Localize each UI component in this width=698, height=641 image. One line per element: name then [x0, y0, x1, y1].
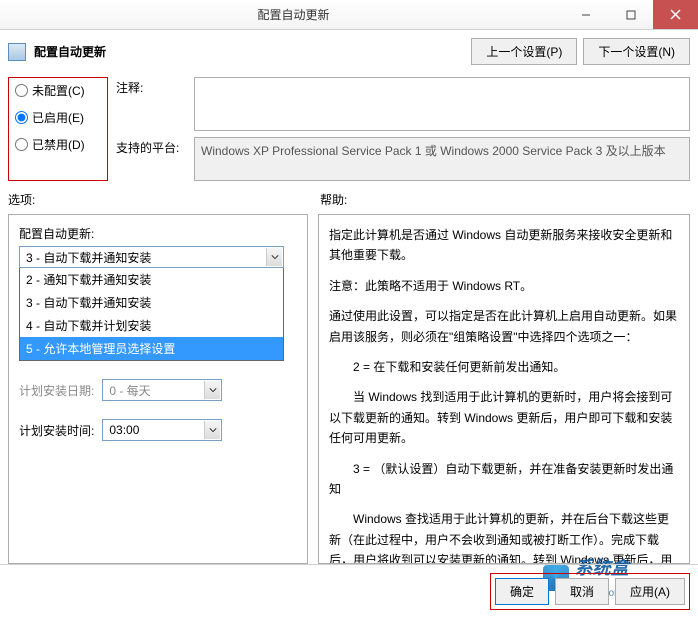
minimize-button[interactable] — [563, 0, 608, 29]
radio-enabled-input[interactable] — [15, 111, 28, 124]
help-panel[interactable]: 指定此计算机是否通过 Windows 自动更新服务来接收安全更新和其他重要下载。… — [318, 214, 690, 564]
schedule-day-select[interactable]: 0 - 每天 — [102, 379, 222, 401]
options-panel: 配置自动更新: 3 - 自动下载并通知安装 2 - 通知下载并通知安装3 - 自… — [8, 214, 308, 564]
close-button[interactable] — [653, 0, 698, 29]
apply-button[interactable]: 应用(A) — [615, 578, 685, 605]
chevron-down-icon — [266, 248, 282, 266]
radio-disabled-label: 已禁用(D) — [32, 136, 85, 153]
chevron-down-icon — [204, 381, 220, 399]
schedule-time-value: 03:00 — [109, 423, 139, 437]
help-text: 3 = （默认设置）自动下载更新，并在准备安装更新时发出通知 — [329, 459, 679, 500]
supported-platforms: Windows XP Professional Service Pack 1 或… — [194, 137, 690, 181]
policy-title: 配置自动更新 — [34, 43, 106, 60]
next-setting-button[interactable]: 下一个设置(N) — [583, 38, 690, 65]
update-mode-selected: 3 - 自动下载并通知安装 — [26, 249, 151, 266]
update-mode-option[interactable]: 4 - 自动下载并计划安装 — [20, 314, 283, 337]
policy-editor-icon — [8, 7, 24, 23]
schedule-time-label: 计划安装时间: — [19, 422, 94, 439]
ok-button[interactable]: 确定 — [495, 578, 549, 605]
radio-disabled[interactable]: 已禁用(D) — [15, 136, 101, 153]
comment-label: 注释: — [116, 77, 186, 131]
options-header: 选项: — [8, 191, 308, 208]
previous-setting-button[interactable]: 上一个设置(P) — [471, 38, 577, 65]
help-text: 注意：此策略不适用于 Windows RT。 — [329, 276, 679, 296]
update-mode-select[interactable]: 3 - 自动下载并通知安装 2 - 通知下载并通知安装3 - 自动下载并通知安装… — [19, 246, 284, 361]
radio-enabled[interactable]: 已启用(E) — [15, 109, 101, 126]
update-mode-option[interactable]: 2 - 通知下载并通知安装 — [20, 268, 283, 291]
help-header: 帮助: — [320, 191, 690, 208]
radio-not-configured-label: 未配置(C) — [32, 82, 85, 99]
configure-update-label: 配置自动更新: — [19, 225, 297, 242]
chevron-down-icon — [204, 421, 220, 439]
schedule-time-select[interactable]: 03:00 — [102, 419, 222, 441]
radio-disabled-input[interactable] — [15, 138, 28, 151]
window-title: 配置自动更新 — [24, 6, 563, 23]
maximize-button[interactable] — [608, 0, 653, 29]
supported-label: 支持的平台: — [116, 137, 186, 181]
header-row: 配置自动更新 上一个设置(P) 下一个设置(N) — [8, 38, 690, 65]
update-mode-option[interactable]: 3 - 自动下载并通知安装 — [20, 291, 283, 314]
radio-not-configured-input[interactable] — [15, 84, 28, 97]
state-radio-group: 未配置(C) 已启用(E) 已禁用(D) — [8, 77, 108, 181]
policy-icon — [8, 43, 26, 61]
help-text: 2 = 在下载和安装任何更新前发出通知。 — [329, 357, 679, 377]
titlebar: 配置自动更新 — [0, 0, 698, 30]
schedule-day-label: 计划安装日期: — [19, 382, 94, 399]
close-icon — [670, 9, 681, 20]
radio-not-configured[interactable]: 未配置(C) — [15, 82, 101, 99]
update-mode-options[interactable]: 2 - 通知下载并通知安装3 - 自动下载并通知安装4 - 自动下载并计划安装5… — [19, 268, 284, 361]
help-text: 指定此计算机是否通过 Windows 自动更新服务来接收安全更新和其他重要下载。 — [329, 225, 679, 266]
maximize-icon — [626, 10, 636, 20]
schedule-day-value: 0 - 每天 — [109, 382, 150, 399]
cancel-button[interactable]: 取消 — [555, 578, 609, 605]
help-text: Windows 查找适用于此计算机的更新，并在后台下载这些更新（在此过程中，用户… — [329, 509, 679, 564]
help-text: 通过使用此设置，可以指定是否在此计算机上启用自动更新。如果启用该服务，则必须在"… — [329, 306, 679, 347]
radio-enabled-label: 已启用(E) — [32, 109, 84, 126]
comment-textarea[interactable] — [194, 77, 690, 131]
update-mode-option[interactable]: 5 - 允许本地管理员选择设置 — [20, 337, 283, 360]
footer: 确定 取消 应用(A) — [0, 564, 698, 618]
help-text: 当 Windows 找到适用于此计算机的更新时，用户将会接到可以下载更新的通知。… — [329, 387, 679, 448]
minimize-icon — [581, 10, 591, 20]
